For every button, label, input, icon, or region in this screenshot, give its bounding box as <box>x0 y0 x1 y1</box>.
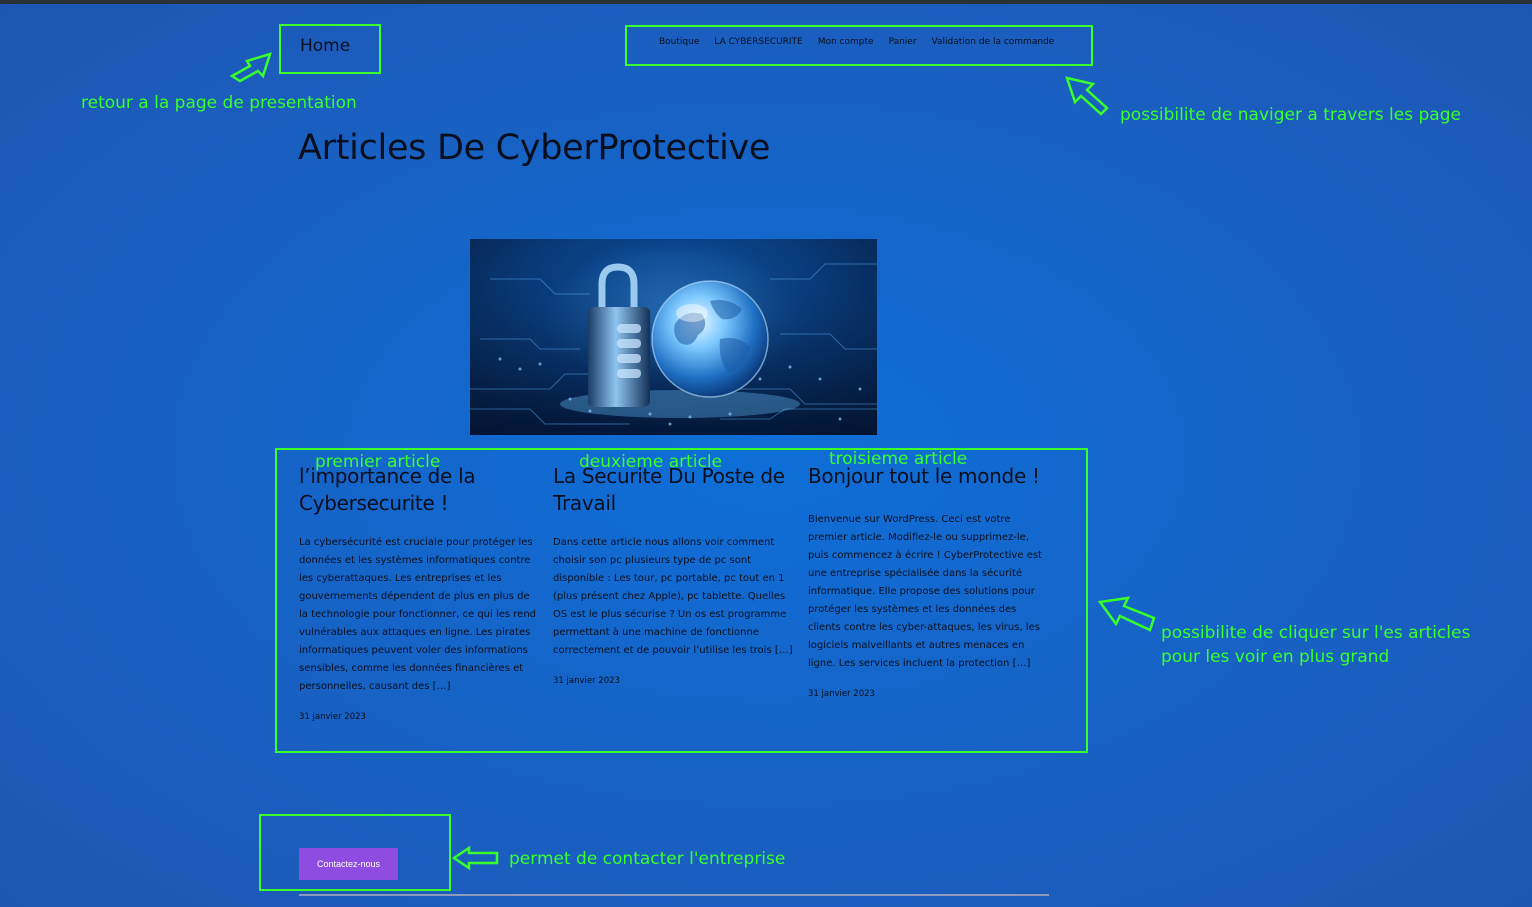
hero-image <box>470 239 877 435</box>
annotation-box-articles <box>275 448 1088 753</box>
annotation-home-text: retour a la page de presentation <box>81 93 357 113</box>
annotation-articles-text-line2: pour les voir en plus grand <box>1161 647 1390 667</box>
arrow-to-articles-icon <box>1097 596 1156 632</box>
annotation-nav-text: possibilite de naviger a travers les pag… <box>1120 105 1461 125</box>
footer-divider <box>299 894 1049 896</box>
annotation-article2-text: deuxieme article <box>579 452 723 472</box>
annotation-articles-text-line1: possibilite de cliquer sur l'es articles <box>1161 623 1471 643</box>
annotation-article1-text: premier article <box>315 452 441 472</box>
annotation-box-contact <box>259 814 451 891</box>
annotation-box-home <box>279 24 381 74</box>
annotation-article3-text: troisieme article <box>829 449 968 469</box>
arrow-to-home-icon <box>229 52 272 83</box>
arrow-to-nav-icon <box>1065 76 1109 116</box>
page-title: Articles De CyberProtective <box>298 128 771 168</box>
annotation-box-nav <box>625 25 1093 66</box>
window-top-border <box>0 0 1532 4</box>
padlock-globe-illustration <box>470 239 877 435</box>
arrow-to-contact-icon <box>451 845 499 871</box>
annotation-contact-text: permet de contacter l'entreprise <box>509 849 786 869</box>
